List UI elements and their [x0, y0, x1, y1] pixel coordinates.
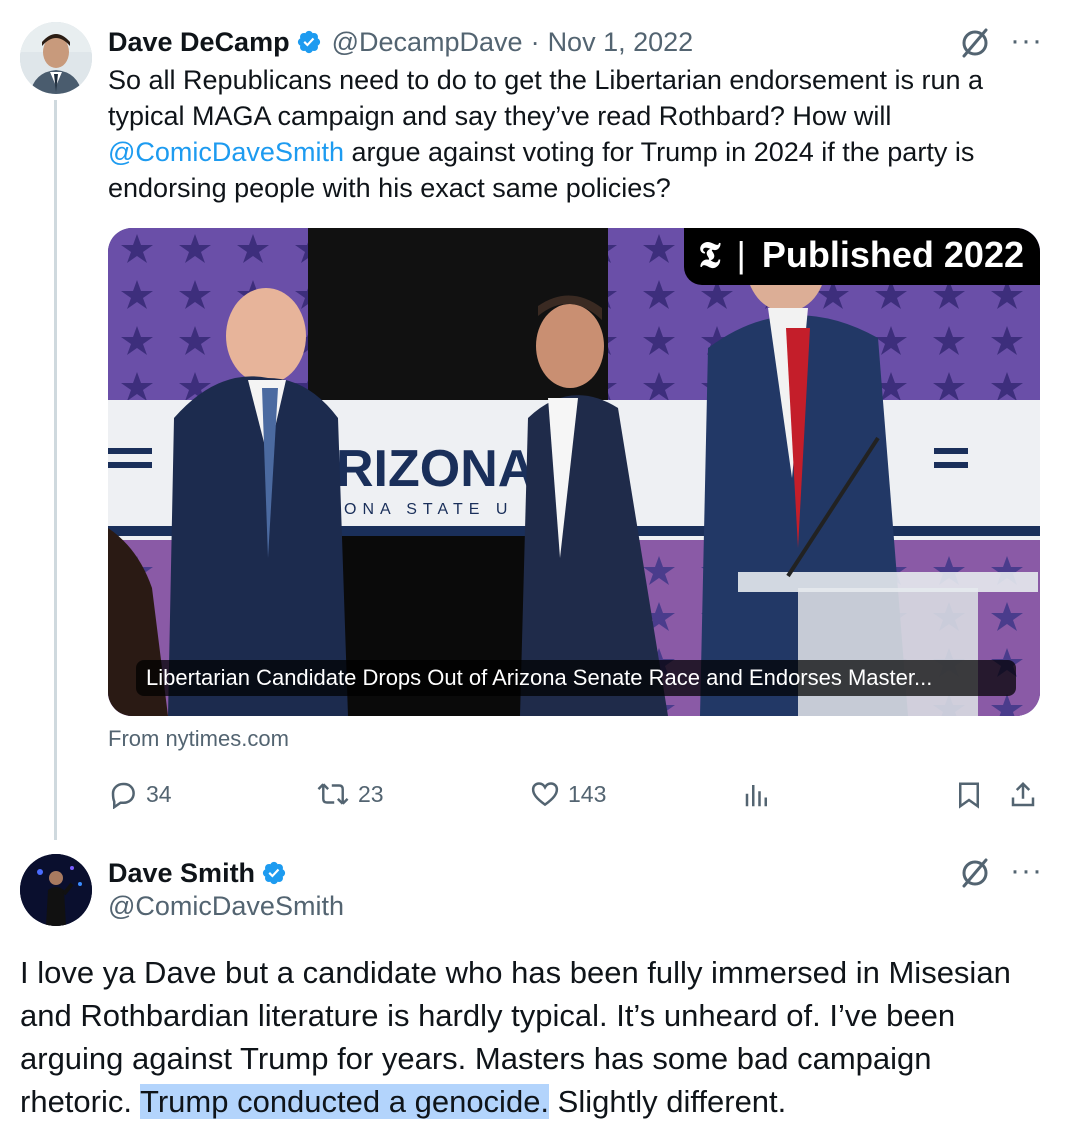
badge-divider: |: [736, 234, 746, 275]
tweet1-author-name[interactable]: Dave DeCamp: [108, 27, 290, 58]
avatar-dave-decamp[interactable]: [20, 22, 92, 94]
tweet1-header: Dave DeCamp @DecampDave · Nov 1, 2022: [108, 24, 693, 60]
tweet2-text-part2: Slightly different.: [549, 1084, 787, 1119]
published-badge: 𝕿 | Published 2022: [684, 228, 1040, 285]
grok-icon[interactable]: [958, 856, 992, 890]
link-card-source[interactable]: From nytimes.com: [108, 726, 289, 752]
tweet1-date[interactable]: Nov 1, 2022: [548, 27, 694, 58]
verified-badge-icon: [297, 30, 320, 54]
reply-button[interactable]: 34: [108, 776, 172, 812]
reply-icon: [111, 782, 135, 809]
mention-link[interactable]: @ComicDaveSmith: [108, 137, 344, 167]
news-photo: RIZONA ONA STATE U: [108, 228, 1040, 716]
backdrop-state-text: ONA STATE U: [344, 501, 513, 518]
grok-icon[interactable]: [958, 26, 992, 60]
more-icon[interactable]: ···: [1010, 854, 1043, 888]
tweet1-text-part1: So all Republicans need to do to get the…: [108, 65, 984, 131]
published-text: Published 2022: [761, 234, 1024, 275]
avatar-dave-smith[interactable]: [20, 854, 92, 926]
tweet2-header: Dave Smith: [108, 855, 287, 891]
views-icon[interactable]: [742, 780, 772, 810]
share-icon[interactable]: [1008, 780, 1038, 810]
highlighted-text: Trump conducted a genocide.: [140, 1084, 550, 1119]
link-card-caption[interactable]: Libertarian Candidate Drops Out of Arizo…: [136, 660, 1016, 696]
backdrop-arizona-text: RIZONA: [336, 440, 535, 498]
like-button[interactable]: 143: [530, 776, 606, 812]
tweet2-author-handle[interactable]: @ComicDaveSmith: [108, 891, 344, 922]
repost-count: 23: [358, 780, 384, 807]
tweet1-text: So all Republicans need to do to get the…: [108, 62, 1038, 206]
repost-button[interactable]: 23: [316, 776, 384, 812]
tweet2-author-name[interactable]: Dave Smith: [108, 858, 255, 889]
reply-count: 34: [146, 780, 172, 807]
like-icon: [531, 782, 559, 807]
avatar-photo: [20, 854, 92, 926]
like-count: 143: [568, 780, 607, 807]
link-card-image[interactable]: RIZONA ONA STATE U 𝕿 | Published 2022 Li…: [108, 228, 1040, 716]
dot-separator: ·: [530, 26, 540, 57]
verified-badge-icon: [262, 861, 286, 885]
tweet2-text: I love ya Dave but a candidate who has b…: [20, 951, 1050, 1123]
repost-icon: [317, 783, 349, 805]
nyt-logo-icon: 𝕿: [698, 234, 721, 276]
thread-connector: [54, 100, 57, 840]
tweet1-author-handle[interactable]: @DecampDave: [332, 27, 523, 58]
bookmark-icon[interactable]: [954, 780, 984, 810]
avatar-photo: [20, 22, 92, 94]
more-icon[interactable]: ···: [1010, 24, 1043, 58]
